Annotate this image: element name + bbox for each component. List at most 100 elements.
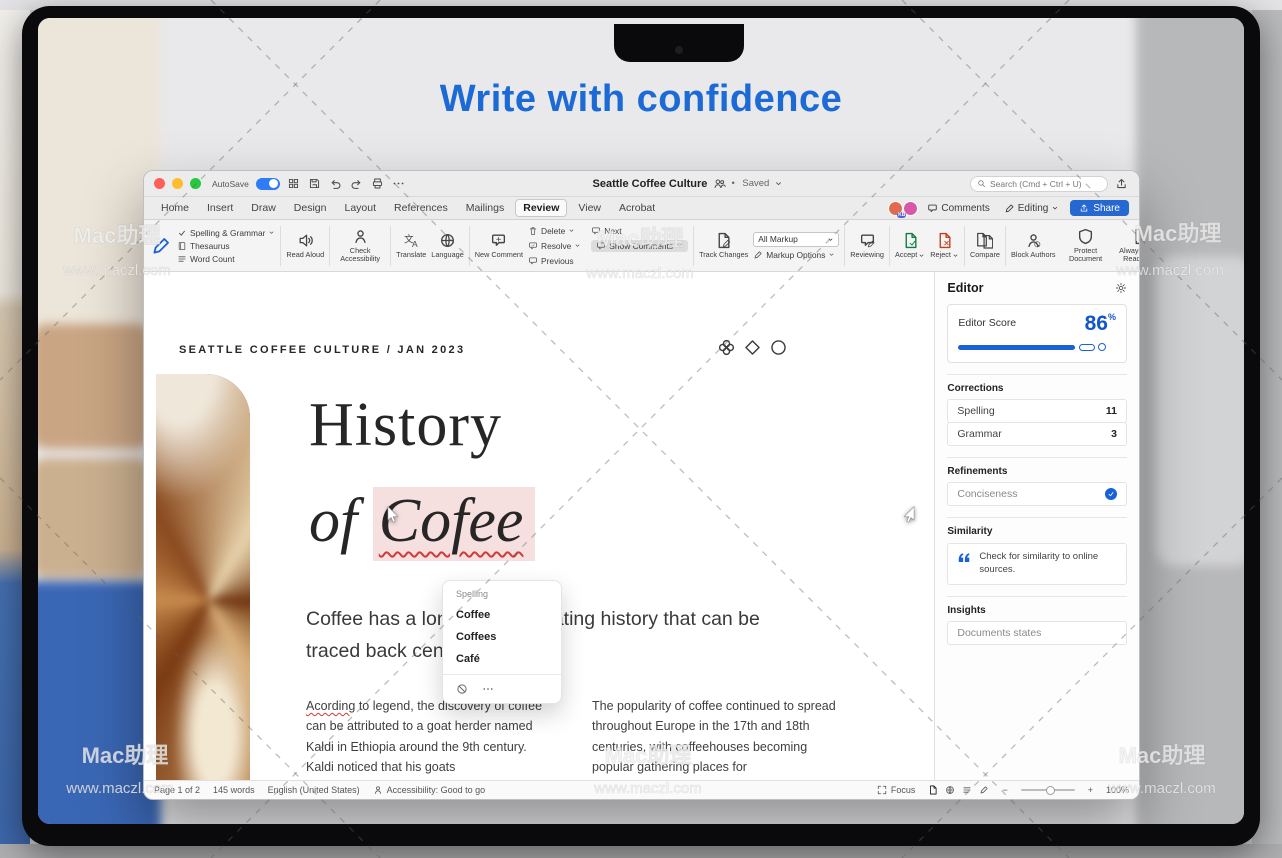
tab-review[interactable]: Review	[515, 199, 567, 217]
new-comment-button[interactable]: New Comment	[475, 232, 523, 259]
similarity-card[interactable]: Check for similarity to online sources.	[947, 543, 1127, 585]
editor-pane: Editor Editor Score 86%	[934, 272, 1139, 780]
document-page[interactable]: SEATTLE COFFEE CULTURE / JAN 2023 Histor…	[144, 272, 934, 780]
correction-row-spelling[interactable]: Spelling 11	[947, 399, 1127, 423]
outline-view-icon[interactable]	[962, 785, 972, 795]
gear-icon[interactable]	[1115, 282, 1127, 294]
tab-view[interactable]: View	[571, 200, 608, 216]
editor-score-value: 86%	[1085, 313, 1116, 334]
tab-design[interactable]: Design	[287, 200, 334, 216]
reviewing-pane-button[interactable]: Reviewing	[850, 232, 884, 259]
trash-icon	[528, 226, 538, 236]
read-aloud-button[interactable]: Read Aloud	[286, 232, 324, 259]
suggestion-option[interactable]: Coffee	[443, 604, 561, 626]
collaborator-avatar[interactable]: KB	[888, 201, 903, 216]
print-layout-view-icon[interactable]	[928, 785, 938, 795]
search-input[interactable]: Search (Cmd + Ctrl + U)	[970, 176, 1108, 192]
markup-options-button[interactable]: Markup Options	[753, 250, 839, 260]
draft-view-icon[interactable]	[979, 785, 989, 795]
comments-button[interactable]: Comments	[922, 201, 994, 216]
insight-row-document-stats[interactable]: Documents states	[947, 621, 1127, 645]
refinement-row-conciseness[interactable]: Conciseness	[947, 482, 1127, 506]
editor-pane-header: Editor	[947, 281, 1127, 295]
focus-expand-icon	[877, 785, 887, 795]
focus-mode-button[interactable]: Focus	[877, 785, 916, 795]
spelling-grammar-button[interactable]: Spelling & Grammar	[177, 228, 275, 238]
track-changes-button[interactable]: Track Changes	[699, 232, 748, 259]
tab-references[interactable]: References	[387, 200, 455, 216]
block-authors-button[interactable]: Block Authors	[1011, 232, 1056, 259]
share-button[interactable]: Share	[1070, 200, 1129, 216]
web-layout-view-icon[interactable]	[945, 785, 955, 795]
zoom-level[interactable]: 100%	[1106, 785, 1129, 795]
previous-comment-button[interactable]: Previous	[528, 256, 581, 266]
save-icon[interactable]	[308, 177, 322, 191]
zoom-slider[interactable]	[1021, 789, 1075, 791]
accessibility-status[interactable]: Accessibility: Good to go	[373, 785, 486, 795]
editor-ribbon-button[interactable]	[150, 235, 172, 257]
compare-button[interactable]: Compare	[970, 232, 1000, 259]
close-window-button[interactable]	[154, 178, 165, 189]
tab-home[interactable]: Home	[154, 200, 196, 216]
ribbon-separator	[329, 226, 330, 266]
minimize-window-button[interactable]	[172, 178, 183, 189]
editing-mode-button[interactable]: Editing	[999, 201, 1065, 216]
tab-insert[interactable]: Insert	[200, 200, 240, 216]
all-markup-label: All Markup	[758, 234, 798, 244]
more-commands-icon[interactable]	[392, 177, 406, 191]
show-comments-button[interactable]: Show Comments	[591, 240, 688, 252]
scene-bottom-edge	[0, 844, 1282, 858]
editor-score-bar[interactable]	[958, 343, 1116, 351]
body-column-2: The popularity of coffee continued to sp…	[592, 696, 838, 777]
check-accessibility-button[interactable]: Check Accessibility	[335, 228, 385, 264]
suggestion-option[interactable]: Coffees	[443, 626, 561, 648]
delete-comment-button[interactable]: Delete	[528, 226, 581, 236]
language-indicator[interactable]: English (United States)	[268, 785, 360, 795]
protect-document-button[interactable]: Protect Document	[1061, 228, 1111, 264]
word-count-button[interactable]: Word Count	[177, 254, 275, 264]
page-indicator[interactable]: Page 1 of 2	[154, 785, 200, 795]
zoom-out-button[interactable]: −	[1002, 785, 1007, 795]
zoom-slider-knob[interactable]	[1046, 786, 1055, 795]
show-comments-label: Show Comments	[609, 241, 673, 251]
tab-layout[interactable]: Layout	[337, 200, 383, 216]
laptop-bezel: Write with confidence AutoSave	[22, 6, 1260, 846]
autosave-toggle[interactable]	[256, 178, 280, 190]
ribbon-separator	[390, 226, 391, 266]
saved-label[interactable]: Saved	[742, 178, 769, 189]
scene-desk-right	[1136, 18, 1244, 824]
word-count-indicator[interactable]: 145 words	[213, 785, 255, 795]
print-icon[interactable]	[371, 177, 385, 191]
more-options-icon[interactable]	[482, 683, 494, 695]
resolve-comment-button[interactable]: Resolve	[528, 241, 581, 251]
thesaurus-button[interactable]: Thesaurus	[177, 241, 275, 251]
accessibility-icon	[373, 785, 383, 795]
tab-mailings[interactable]: Mailings	[459, 200, 512, 216]
spellcheck-icon	[177, 228, 187, 238]
ribbon-separator	[964, 226, 965, 266]
similarity-heading: Similarity	[947, 526, 1127, 537]
markup-view-select[interactable]: All Markup	[753, 232, 839, 247]
undo-icon[interactable]	[329, 177, 343, 191]
misspelled-word[interactable]: Acording	[306, 699, 355, 713]
ignore-icon[interactable]	[456, 683, 468, 695]
zoom-window-button[interactable]	[190, 178, 201, 189]
presenter-icon[interactable]	[1115, 177, 1129, 191]
misspelled-word-highlight[interactable]: Cofee	[373, 487, 536, 561]
suggestion-option[interactable]: Café	[443, 648, 561, 670]
zoom-in-button[interactable]: +	[1088, 785, 1093, 795]
apps-grid-icon[interactable]	[287, 177, 301, 191]
correction-row-grammar[interactable]: Grammar 3	[947, 422, 1127, 446]
next-comment-button[interactable]: Next	[591, 226, 688, 236]
focus-label: Focus	[891, 785, 916, 795]
tab-acrobat[interactable]: Acrobat	[612, 200, 662, 216]
accept-change-button[interactable]: Accept	[895, 232, 925, 259]
language-button[interactable]: Language	[431, 232, 463, 259]
always-open-read-only-button[interactable]: Always Open Read-Only	[1116, 228, 1139, 264]
redo-icon[interactable]	[350, 177, 364, 191]
translate-button[interactable]: 文A Translate	[396, 232, 426, 259]
reject-change-button[interactable]: Reject	[930, 232, 959, 259]
tab-draw[interactable]: Draw	[244, 200, 283, 216]
correction-count: 3	[1111, 428, 1117, 440]
saved-chevron-icon	[774, 177, 783, 191]
